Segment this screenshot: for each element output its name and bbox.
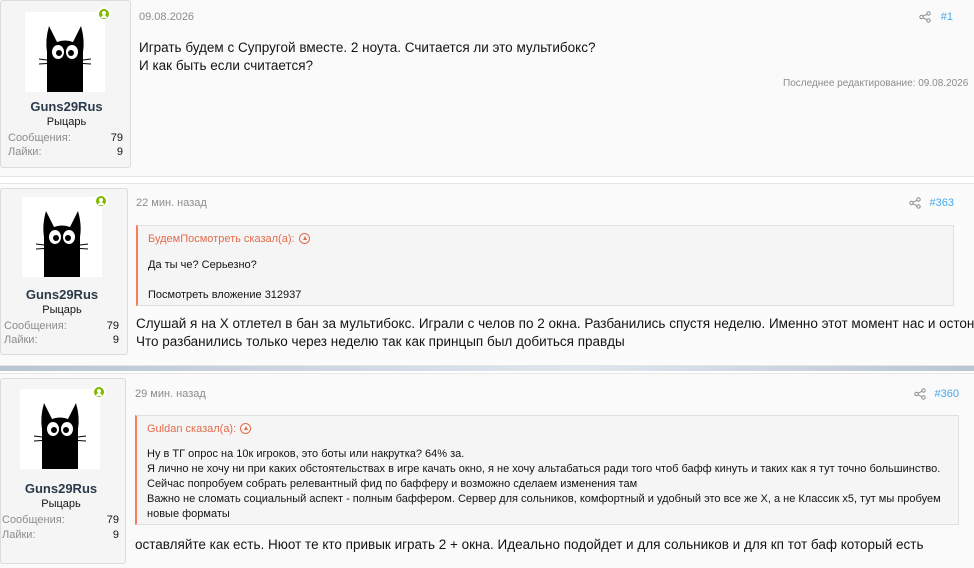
post-date[interactable]: 29 мин. назад [135,388,206,400]
quote-attachment-link[interactable]: Посмотреть вложение 312937 [148,288,301,303]
user-title: Рыцарь [46,116,87,128]
user-cell: Guns29Rus Рыцарь Сообщения: 79 Лайки: 9 [0,378,126,564]
likes-count: 9 [116,146,123,158]
online-status-icon [94,194,108,208]
post-separator [0,366,974,371]
messages-label: Сообщения: [4,320,67,332]
likes-label: Лайки: [2,529,36,541]
user-cell: Guns29Rus Рыцарь Сообщения: 79 Лайки: 9 [0,188,128,355]
username[interactable]: Guns29Rus [1,481,121,496]
messages-count[interactable]: 79 [77,514,119,526]
messages-label: Сообщения: [8,132,71,144]
likes-label: Лайки: [4,334,38,346]
share-icon[interactable] [914,388,926,400]
quote-line: Я лично не хочу ни при каких обстоятельс… [147,463,941,475]
post: Guns29Rus Рыцарь Сообщения: 79 Лайки: 9 … [0,183,974,366]
quote-author[interactable]: Guldan сказал(а): [147,423,252,435]
username[interactable]: Guns29Rus [1,99,132,114]
post-date[interactable]: 09.08.2026 [139,11,194,23]
likes-label: Лайки: [8,146,42,158]
quote-jump-icon[interactable] [298,233,310,244]
likes-count: 9 [112,334,119,346]
quote-line: новые форматы [147,508,230,520]
username[interactable]: Guns29Rus [1,287,123,302]
avatar[interactable] [20,389,100,469]
quote-author-label: БудемПосмотреть сказал(а): [148,233,295,245]
messages-count[interactable]: 79 [81,132,123,144]
messages-label: Сообщения: [2,514,65,526]
share-icon[interactable] [909,197,921,209]
quote-block: БудемПосмотреть сказал(а): Да ты че? Сер… [136,225,954,306]
avatar[interactable] [22,197,102,277]
quote-line: Ну в ТГ опрос на 10к игроков, это боты и… [147,448,465,460]
user-cell: Guns29Rus Рыцарь Сообщения: 79 Лайки: 9 [0,0,131,168]
black-cat-avatar [35,211,89,277]
post-number[interactable]: #363 [921,197,954,209]
messages-count[interactable]: 79 [77,320,119,332]
post-number[interactable]: #360 [926,388,959,400]
quote-line: Важно не сломать социальный аспект - пол… [147,493,941,505]
black-cat-avatar [33,403,87,469]
post-number[interactable]: #1 [920,11,953,23]
quote-block: Guldan сказал(а): Ну в ТГ опрос на 10к и… [135,415,959,525]
post-date[interactable]: 22 мин. назад [136,197,207,209]
quote-author-label: Guldan сказал(а): [147,423,237,435]
quote-jump-icon[interactable] [240,423,252,434]
quote-line: Сейчас попробуем собрать релевантный фид… [147,478,638,490]
post-line: Играть будем с Супругой вместе. 2 ноута.… [139,40,596,55]
post: Guns29Rus Рыцарь Сообщения: 79 Лайки: 9 … [0,0,974,177]
quote-line: Да ты че? Серьезно? [148,259,257,271]
user-title: Рыцарь [42,304,82,316]
post-line: оставляйте как есть. Нюот те кто привык … [135,537,924,552]
likes-count: 9 [112,529,119,541]
last-edited: Последнее редактирование: 09.08.2026 [783,78,969,89]
user-title: Рыцарь [41,498,81,510]
black-cat-avatar [38,26,92,92]
online-status-icon [97,7,111,21]
post-line: Слушай я на Х отлетел в бан за мультибок… [136,316,974,331]
post-line: Что разбанились только через неделю так … [136,334,625,349]
avatar[interactable] [25,12,105,92]
post: Guns29Rus Рыцарь Сообщения: 79 Лайки: 9 … [0,373,974,568]
quote-author[interactable]: БудемПосмотреть сказал(а): [148,233,310,245]
online-status-icon [92,385,106,399]
post-line: И как быть если считается? [139,58,314,73]
